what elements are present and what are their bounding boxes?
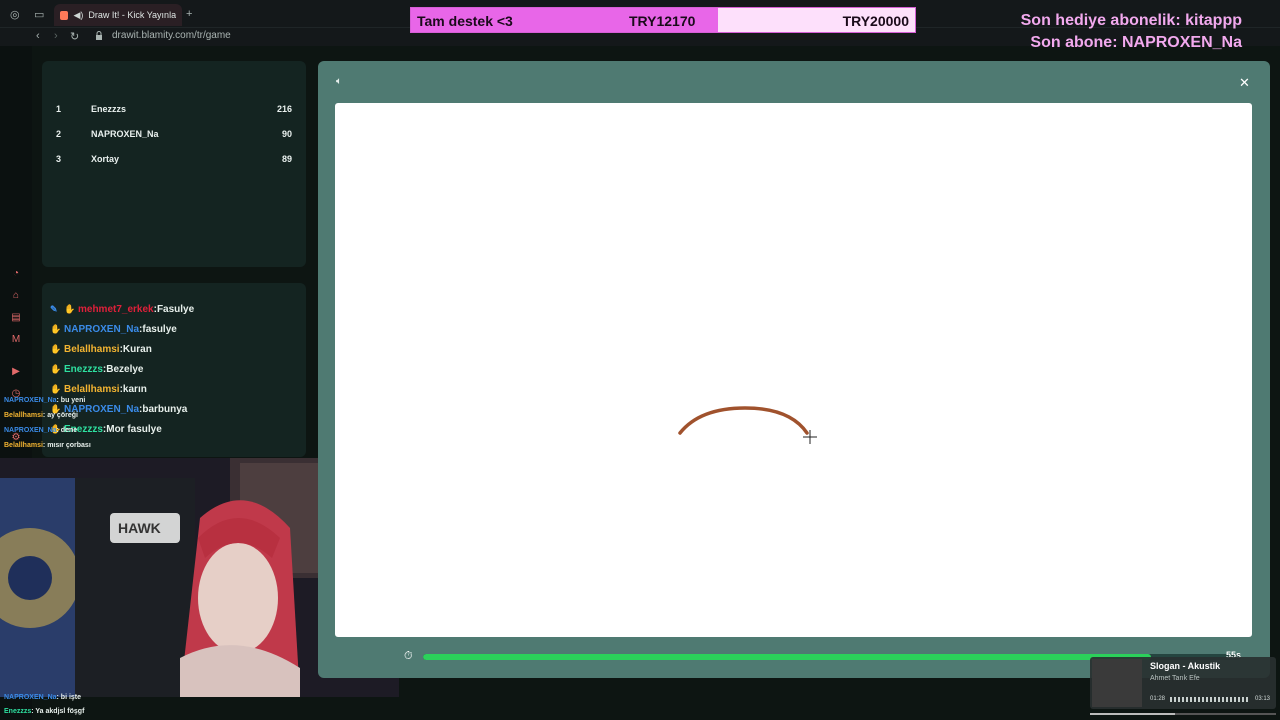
guess-user: NAPROXEN_Na xyxy=(64,323,140,335)
tab-favicon-icon xyxy=(60,10,69,20)
guess-user: Belallhamsi xyxy=(64,343,120,355)
chat-text: : bi işte xyxy=(56,694,82,701)
player-points: 90 xyxy=(281,129,292,139)
song-progress-bar xyxy=(1090,713,1276,715)
player-name: NAPROXEN_Na xyxy=(91,129,159,139)
back-icon[interactable]: ‹ xyxy=(36,30,40,42)
player-name: Enezzzs xyxy=(91,104,127,114)
drawing-svg xyxy=(678,406,817,444)
guess-user: Belallhamsi xyxy=(64,383,120,395)
guess-text: :Fasulye xyxy=(153,303,195,315)
chat-user: NAPROXEN_Na xyxy=(4,694,57,701)
chat-user: NAPROXEN_Na xyxy=(4,397,57,404)
leaderboard-row: 2 NAPROXEN_Na 90 xyxy=(56,129,292,145)
chat-line: NAPROXEN_Na: dene xyxy=(4,427,77,434)
goal-target: TRY20000 xyxy=(842,13,909,29)
new-tab-icon[interactable]: + xyxy=(186,8,192,20)
speaker-icon[interactable]: ◀) xyxy=(73,10,83,21)
hand-icon: ✋ xyxy=(50,363,62,374)
hand-icon: ✋ xyxy=(50,383,62,394)
chat-overlay: NAPROXEN_Na: bu yeni Belallhamsi: ay çör… xyxy=(0,396,180,458)
player-points: 89 xyxy=(281,154,292,164)
drawing-canvas[interactable] xyxy=(335,103,1252,637)
lock-icon xyxy=(96,31,102,40)
bag-icon[interactable]: ⌂ xyxy=(10,290,22,302)
guess-text: :fasulye xyxy=(139,323,177,335)
stream-screen: ◎ ▭ ◀) Draw It! - Kick Yayınları + ‹ › ↻… xyxy=(0,0,1280,720)
chat-text: : mısır çorbası xyxy=(42,442,91,449)
chat-user: Belallhamsi xyxy=(4,412,43,419)
volume-icon[interactable]: 🔈︎ xyxy=(336,76,342,87)
mail-icon[interactable]: M xyxy=(10,334,22,346)
guess-row: ✎ ✋ mehmet7_erkek:Fasulye xyxy=(50,301,194,317)
rank: 3 xyxy=(56,154,62,164)
song-progress-fill xyxy=(1090,713,1175,715)
reload-icon[interactable]: ↻ xyxy=(70,30,79,43)
history-icon[interactable]: ◔ xyxy=(10,268,22,280)
bottom-chat: NAPROXEN_Na: bi işte Enezzzs: Ya akdjsl … xyxy=(0,690,400,720)
tab-title: Draw It! - Kick Yayınları xyxy=(88,10,176,20)
player-points: 216 xyxy=(276,104,292,114)
chat-text: : dene xyxy=(56,427,78,434)
chair-logo-text: HAWK xyxy=(118,520,161,536)
last-gift-sub: Son hediye abonelik: kitappp xyxy=(1020,12,1242,29)
chat-text: : Ya akdjsl föşgf xyxy=(31,708,85,715)
donation-goal-bar: Tam destek <3 TRY12170 TRY20000 xyxy=(410,7,916,33)
close-icon[interactable]: ✕ xyxy=(1239,75,1250,91)
goal-label: Tam destek <3 xyxy=(417,13,513,29)
chat-text: : ay çöreği xyxy=(42,412,78,419)
chat-line: NAPROXEN_Na: bi işte xyxy=(4,694,81,701)
hand-icon: ✋ xyxy=(50,323,62,334)
leaderboard-row: 1 Enezzzs 216 xyxy=(56,104,292,120)
song-artist: Ahmet Tarık Efe xyxy=(1150,675,1200,682)
notes-icon[interactable]: ▤ xyxy=(10,312,22,324)
song-duration: 03:13 xyxy=(1254,696,1270,702)
chat-line: Belallhamsi: ay çöreği xyxy=(4,412,78,419)
guess-text: :Kuran xyxy=(119,343,152,355)
rank: 2 xyxy=(56,129,62,139)
leaderboard-panel: 1 Enezzzs 216 2 NAPROXEN_Na 90 3 Xortay … xyxy=(42,61,306,267)
rank: 1 xyxy=(56,104,62,114)
guess-text: :karın xyxy=(119,383,147,395)
last-sub: Son abone: NAPROXEN_Na xyxy=(1030,34,1242,51)
guess-row: ✋ Belallhamsi:karın xyxy=(50,381,147,397)
tab-overview-icon[interactable]: ▭ xyxy=(34,8,44,21)
url-text[interactable]: drawit.blamity.com/tr/game xyxy=(112,30,231,41)
chat-line: NAPROXEN_Na: bu yeni xyxy=(4,397,85,404)
waveform xyxy=(1170,697,1250,702)
forward-icon[interactable]: › xyxy=(54,30,58,42)
guess-user: Enezzzs xyxy=(64,363,103,375)
hand-icon: ✋ xyxy=(50,343,62,354)
chat-text: : bu yeni xyxy=(56,397,86,404)
guess-row: ✋ Belallhamsi:Kuran xyxy=(50,341,152,357)
album-cover xyxy=(1092,659,1142,707)
guess-row: ✋ NAPROXEN_Na:fasulye xyxy=(50,321,177,337)
guess-row: ✋ Enezzzs:Bezelye xyxy=(50,361,143,377)
song-title: Slogan - Akustik xyxy=(1150,661,1221,671)
chat-user: Enezzzs xyxy=(4,708,32,715)
chat-line: Belallhamsi: mısır çorbası xyxy=(4,442,91,449)
pencil-icon: ✎ xyxy=(50,303,58,314)
guess-user: mehmet7_erkek xyxy=(78,303,154,315)
chat-user: NAPROXEN_Na xyxy=(4,427,57,434)
player-icon[interactable]: ▶ xyxy=(10,366,22,378)
chat-line: Enezzzs: Ya akdjsl föşgf xyxy=(4,708,84,715)
player-name: Xortay xyxy=(91,154,120,164)
now-playing-widget: Slogan - Akustik Ahmet Tarık Efe 01:28 0… xyxy=(1090,657,1276,715)
browser-logo-icon[interactable]: ◎ xyxy=(10,8,20,21)
song-elapsed: 01:28 xyxy=(1150,696,1166,702)
timer-icon: ⏱ xyxy=(404,650,413,662)
leaderboard-row: 3 Xortay 89 xyxy=(56,154,292,170)
time-progress-fill xyxy=(423,654,1152,660)
tab-drawit[interactable]: ◀) Draw It! - Kick Yayınları xyxy=(54,4,182,26)
goal-current: TRY12170 xyxy=(629,13,696,29)
chat-user: Belallhamsi xyxy=(4,442,43,449)
drawn-stroke xyxy=(678,406,809,435)
hand-icon: ✋ xyxy=(64,303,76,314)
guess-text: :Bezelye xyxy=(102,363,144,375)
